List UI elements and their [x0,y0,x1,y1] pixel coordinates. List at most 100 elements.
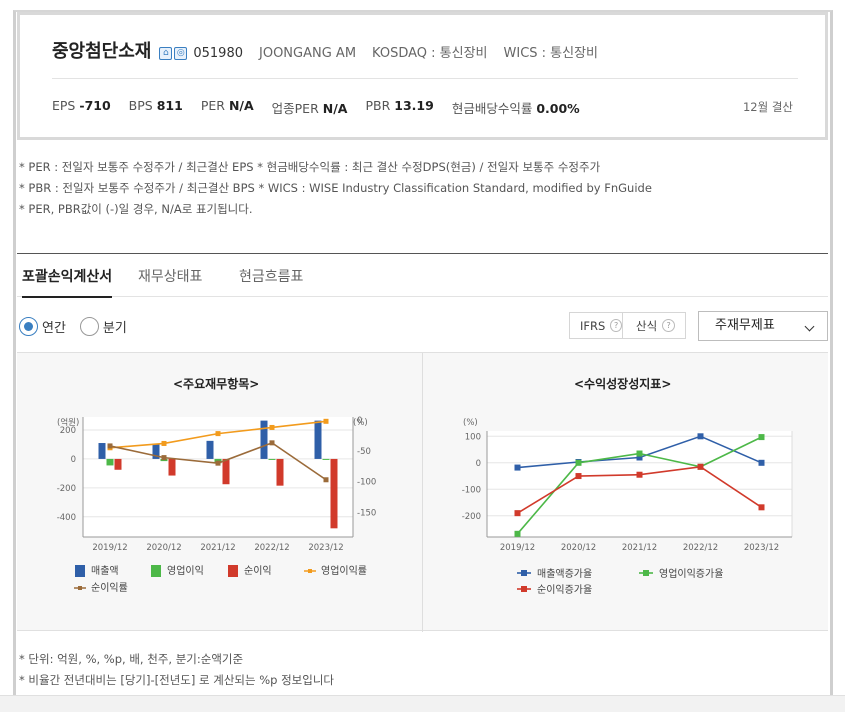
y-axis-label: (%) [463,418,478,428]
period-selector: 연간 분기 [19,317,141,336]
bar-순이익 [222,458,230,485]
bar-순이익 [114,458,122,470]
x-tick-label: 2023/12 [744,543,779,553]
ratio-eps: EPS -710 [52,98,111,113]
camera-icon[interactable]: ◎ [174,47,188,60]
legend-label: 영업이익 [167,564,204,577]
help-icon[interactable]: ? [610,319,622,332]
ifrs-option[interactable]: IFRS? [569,312,623,339]
english-name: JOONGANG AM [259,46,357,61]
charts-area: <주요재무항목> <수익성장성지표> 200 0 -200 -400 0 -50 -100-… [17,352,828,632]
tab-cash-flow[interactable]: 현금흐름표 [239,266,303,286]
bar-매출액 [314,420,322,459]
x-tick-label: 2022/12 [683,543,718,553]
x-tick-label: 2020/12 [146,543,181,553]
tab-income-statement[interactable]: 포괄손익계산서 [22,266,113,298]
bar-영업이익 [322,458,330,460]
ratio-dividend-yield: 현금배당수익률 0.00% [451,101,580,116]
note-line: * 비율간 전년대비는 [당기]-[전년도] 로 계산되는 %p 정보입니다 [19,673,334,687]
point-순이익증가율 [697,463,704,470]
tab-balance-sheet[interactable]: 재무상태표 [138,266,202,286]
legend-label: 영업이익증가율 [659,567,723,580]
bar-매출액 [206,440,214,459]
ratio-sector-per: 업종PER N/A [271,101,348,116]
ratio-pbr: PBR 13.19 [365,98,434,113]
legend-label: 순이익률 [91,582,128,594]
note-line: * 단위: 억원, %, %p, 배, 천주, 분기:순액기준 [19,652,244,666]
point-순이익증가율 [636,471,643,478]
y2-tick-label: -100 [357,478,376,488]
point-영업이익률 [215,431,221,437]
note-line: * PER : 전일자 보통주 수정주가 / 최근결산 EPS * 현금배당수익… [19,160,601,174]
formula-label: 산식 [636,318,658,333]
legend-label: 영업이익률 [321,564,367,577]
ifrs-label: IFRS [580,318,606,333]
legend-swatch-marker [308,569,312,573]
point-순이익률 [215,460,221,466]
statement-type-value: 주재무제표 [715,318,775,333]
y-tick-label: 100 [465,432,481,442]
unit-notes: * 단위: 억원, %, %p, 배, 천주, 분기:순액기준 * 비율간 전년… [19,649,334,691]
bar-매출액 [98,443,106,459]
y2-axis-label: (%) [353,418,368,428]
legend-label: 순이익 [244,565,272,577]
point-영업이익증가율 [636,450,643,457]
radio-quarterly-label[interactable]: 분기 [103,317,127,336]
help-icon[interactable]: ? [662,319,676,332]
point-순이익률 [161,455,167,461]
ratio-notes: * PER : 전일자 보통주 수정주가 / 최근결산 EPS * 현금배당수익… [19,157,652,220]
company-info-box: 중앙첨단소재 ⌂ ◎ 051980 JOONGANG AM KOSDAQ : 통… [17,12,828,140]
x-tick-label: 2021/12 [622,543,657,553]
note-line: * PER, PBR값이 (-)일 경우, N/A로 표기됩니다. [19,202,253,216]
point-순이익증가율 [575,473,582,480]
company-name: 중앙첨단소재 [52,41,152,62]
legend-label: 매출액 [91,565,119,577]
plot-background [487,431,792,537]
legend-label: 매출액증가율 [537,568,592,580]
point-순이익증가율 [514,510,521,517]
market-sector: KOSDAQ : 통신장비 [372,46,488,61]
legend-swatch-marker [643,570,649,576]
y-tick-label: -200 [57,484,76,494]
x-tick-label: 2019/12 [92,543,127,553]
info-divider [52,78,798,79]
radio-quarterly[interactable] [79,317,99,336]
ratio-row: EPS -710 BPS 811 PER N/A 업종PER N/A PBR 13.19 … [52,98,598,117]
y-tick-label: -400 [57,513,76,523]
bar-순이익 [276,458,284,486]
y-axis-label: (억원) [57,417,79,428]
y-tick-label: -200 [462,512,481,522]
home-icon[interactable]: ⌂ [159,47,173,60]
company-title-row: 중앙첨단소재 ⌂ ◎ 051980 JOONGANG AM KOSDAQ : 통… [52,37,614,63]
x-tick-label: 2022/12 [254,543,289,553]
x-tick-label: 2023/12 [308,543,343,553]
x-tick-label: 2020/12 [561,543,596,553]
point-순이익률 [269,440,275,446]
legend-swatch-marker [521,586,527,592]
bar-영업이익 [268,458,276,460]
formula-option[interactable]: 산식? [622,312,686,339]
y-tick-label: 0 [476,459,481,469]
legend-swatch [151,565,161,577]
chevron-down-icon [804,321,815,332]
point-순이익률 [107,443,113,449]
point-순이익증가율 [758,504,765,511]
bar-순이익 [168,458,176,476]
statement-tabs: 포괄손익계산서 재무상태표 현금흐름표 [17,254,828,298]
bar-매출액 [260,420,268,459]
point-영업이익률 [161,440,167,446]
x-tick-label: 2019/12 [500,543,535,553]
radio-annual-label[interactable]: 연간 [42,317,66,336]
y2-tick-label: -150 [357,508,376,518]
point-매출액증가율 [697,433,704,440]
legend-swatch [228,565,238,577]
point-매출액증가율 [758,459,765,466]
statement-type-select[interactable]: 주재무제표 [698,311,828,341]
ratio-bps: BPS 811 [128,98,183,113]
radio-annual[interactable] [19,317,38,336]
x-tick-label: 2021/12 [200,543,235,553]
note-line: * PBR : 전일자 보통주 수정주가 / 최근결산 BPS * WICS :… [19,181,652,195]
bottom-strip [0,695,845,712]
ratio-per: PER N/A [200,98,254,113]
point-순이익률 [323,477,329,483]
